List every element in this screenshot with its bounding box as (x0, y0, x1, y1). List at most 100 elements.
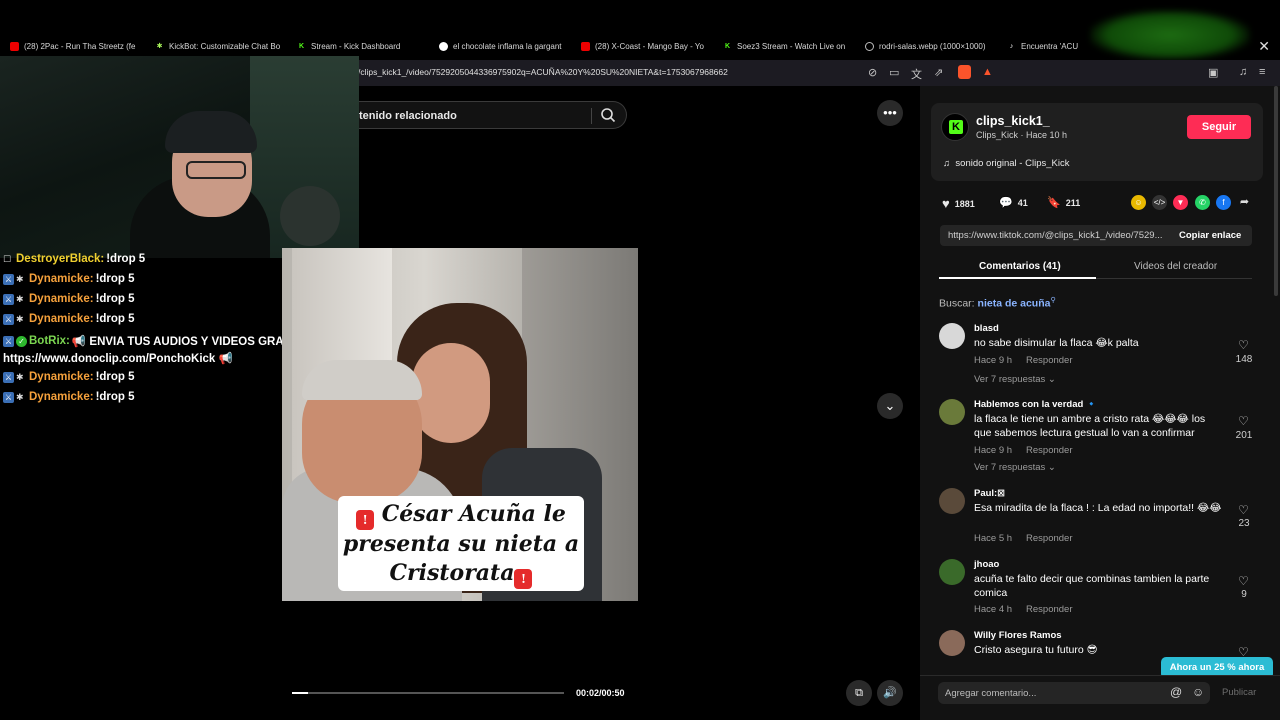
comment-user[interactable]: blasd (974, 323, 999, 334)
heart-icon[interactable]: ♡ (1238, 414, 1249, 428)
chat-message: ⚔ ✱ Dynamicke: !drop 5 (3, 391, 135, 403)
webcam-feed (0, 56, 359, 258)
comment-stat[interactable]: 💬 41 (999, 196, 1028, 209)
avatar[interactable] (939, 559, 965, 585)
avatar[interactable] (939, 399, 965, 425)
share-icon[interactable]: ⇗ (934, 66, 943, 79)
find-term[interactable]: nieta de acuña (978, 298, 1051, 310)
browser-tab[interactable]: (28) 2Pac - Run Tha Streetz (fe (10, 36, 138, 56)
gift-badge-icon: ✱ (16, 371, 24, 382)
comment-time: Hace 9 h (974, 355, 1013, 366)
reply-button[interactable]: Responder (1026, 355, 1072, 366)
avatar[interactable] (939, 630, 965, 656)
video-progress-bar[interactable] (292, 692, 564, 694)
link-box: https://www.tiktok.com/@clips_kick1_/vid… (940, 225, 1252, 246)
embed-icon[interactable]: </> (1152, 195, 1167, 210)
view-replies-button[interactable]: Ver 7 respuestas ⌄ (974, 462, 1056, 473)
comment-input[interactable]: Agregar comentario... @ ☺ (938, 682, 1210, 704)
heart-icon[interactable]: ♡ (1238, 574, 1249, 588)
chat-username: DestroyerBlack: (16, 253, 105, 265)
scrollbar[interactable] (1274, 86, 1278, 296)
reply-button[interactable]: Responder (1026, 533, 1072, 544)
sidebar-icon[interactable]: ▣ (1208, 66, 1218, 79)
gift-badge-icon: ✱ (16, 391, 24, 402)
brave-shield-icon[interactable] (958, 65, 971, 79)
tab-comments[interactable]: Comentarios (41) (979, 261, 1061, 272)
close-tab-icon[interactable]: ✕ (1258, 38, 1270, 55)
url-text[interactable]: /clips_kick1_/video/7529205044336975902q… (358, 67, 728, 77)
search-input[interactable]: tenido relacionado (359, 101, 627, 129)
mention-icon[interactable]: @ (1170, 685, 1182, 699)
share-arrow-icon[interactable]: ➦ (1237, 195, 1252, 210)
bookmark-icon: 🔖 (1047, 197, 1061, 209)
view-replies-button[interactable]: Ver 7 respuestas ⌄ (974, 374, 1056, 385)
heart-icon[interactable]: ♡ (1238, 338, 1249, 352)
music-icon[interactable]: ♫ (1239, 66, 1247, 78)
browser-tab[interactable]: ✱ KickBot: Customizable Chat Bo (155, 36, 280, 56)
browser-tab[interactable]: (28) X-Coast - Mango Bay - Yo (581, 36, 706, 56)
find-label: Buscar: (939, 297, 975, 310)
siren-icon: ! (514, 569, 533, 589)
emoji-icon[interactable]: ☺ (1192, 685, 1204, 699)
tab-label: (28) X-Coast - Mango Bay - Yo (595, 41, 704, 51)
browser-tab[interactable]: K Stream - Kick Dashboard (297, 36, 422, 56)
send-icon[interactable]: ▼ (1173, 195, 1188, 210)
browser-tab-active[interactable]: ♪ Encuentra 'ACU (1007, 36, 1092, 56)
no-tracking-icon[interactable]: ⊘ (868, 66, 877, 79)
browser-tab[interactable]: rodri-salas.webp (1000×1000) (865, 36, 990, 56)
browser-tab[interactable]: el chocolate inflama la gargant (439, 36, 564, 56)
tab-label: rodri-salas.webp (1000×1000) (879, 41, 986, 51)
mod-badge-icon: ⚔ (3, 371, 14, 383)
more-options-button[interactable]: ••• (877, 100, 903, 126)
heart-icon[interactable]: ♡ (1238, 503, 1249, 517)
video-player[interactable]: ! César Acuña le presenta su nieta a Cri… (282, 248, 638, 601)
comment-user[interactable]: Hablemos con la verdad 🔹 (974, 399, 1098, 410)
avatar[interactable] (939, 488, 965, 514)
reply-button[interactable]: Responder (1026, 445, 1072, 456)
tab-creator-videos[interactable]: Videos del creador (1134, 261, 1217, 272)
divider (591, 108, 592, 124)
comment-user[interactable]: Paul:⊠ (974, 488, 1005, 499)
save-stat[interactable]: 🔖 211 (1047, 196, 1080, 209)
next-video-button[interactable]: ⌄ (877, 393, 903, 419)
follow-button[interactable]: Seguir (1187, 115, 1251, 139)
mod-badge-icon: ⚔ (3, 273, 14, 285)
translate-icon[interactable]: 文 (911, 66, 922, 82)
search-suggestion[interactable]: Buscar: nieta de acuña⚲ (939, 296, 1056, 310)
like-count: 23 (1238, 518, 1250, 529)
facebook-icon[interactable]: f (1216, 195, 1231, 210)
progress-fill (292, 692, 309, 694)
comment-text: la flaca le tiene un ambre a cristo rata… (974, 413, 1206, 439)
caption-line: Cristorata (389, 560, 515, 586)
search-icon[interactable] (600, 107, 616, 123)
whatsapp-icon[interactable]: ✆ (1195, 195, 1210, 210)
coin-icon[interactable]: ☺ (1131, 195, 1146, 210)
like-stat[interactable]: ♥ 1881 (942, 196, 975, 211)
avatar[interactable] (939, 323, 965, 349)
publish-button[interactable]: Publicar (1222, 687, 1256, 698)
menu-icon[interactable]: ≡ (1259, 66, 1265, 78)
author-avatar[interactable]: K (941, 113, 969, 141)
tab-label: Stream - Kick Dashboard (311, 41, 401, 51)
browser-tab[interactable]: K Soez3 Stream - Watch Live on (723, 36, 848, 56)
globe-icon (865, 41, 874, 51)
tab-bar: (28) 2Pac - Run Tha Streetz (fe ✱ KickBo… (0, 36, 1280, 56)
chat-message: ⚔ ✱ Dynamicke: !drop 5 (3, 371, 135, 383)
reply-button[interactable]: Responder (1026, 604, 1072, 615)
copy-link-button[interactable]: Copiar enlace (1179, 230, 1241, 241)
video-link[interactable]: https://www.tiktok.com/@clips_kick1_/vid… (948, 230, 1163, 241)
gift-badge-icon: ✱ (16, 293, 24, 304)
comment-meta: Hace 9 h Responder (974, 445, 1073, 456)
comment-user[interactable]: jhoao (974, 559, 999, 570)
comment-text: acuña te falto decir que combinas tambie… (974, 573, 1210, 599)
comment-user[interactable]: Willy Flores Ramos (974, 630, 1062, 641)
chat-username: BotRix: (29, 335, 70, 347)
screen-icon[interactable]: ▭ (889, 66, 899, 79)
pip-button[interactable]: ⧉ (846, 680, 872, 706)
chat-link[interactable]: https://www.donoclip.com/PonchoKick 📢 (3, 351, 233, 365)
sound-link[interactable]: ♫ sonido original - Clips_Kick (943, 158, 1069, 169)
rewards-icon[interactable]: ▲ (982, 66, 993, 78)
gift-badge-icon: ✱ (16, 313, 24, 324)
volume-button[interactable]: 🔊 (877, 680, 903, 706)
author-name[interactable]: clips_kick1_ (976, 114, 1050, 128)
